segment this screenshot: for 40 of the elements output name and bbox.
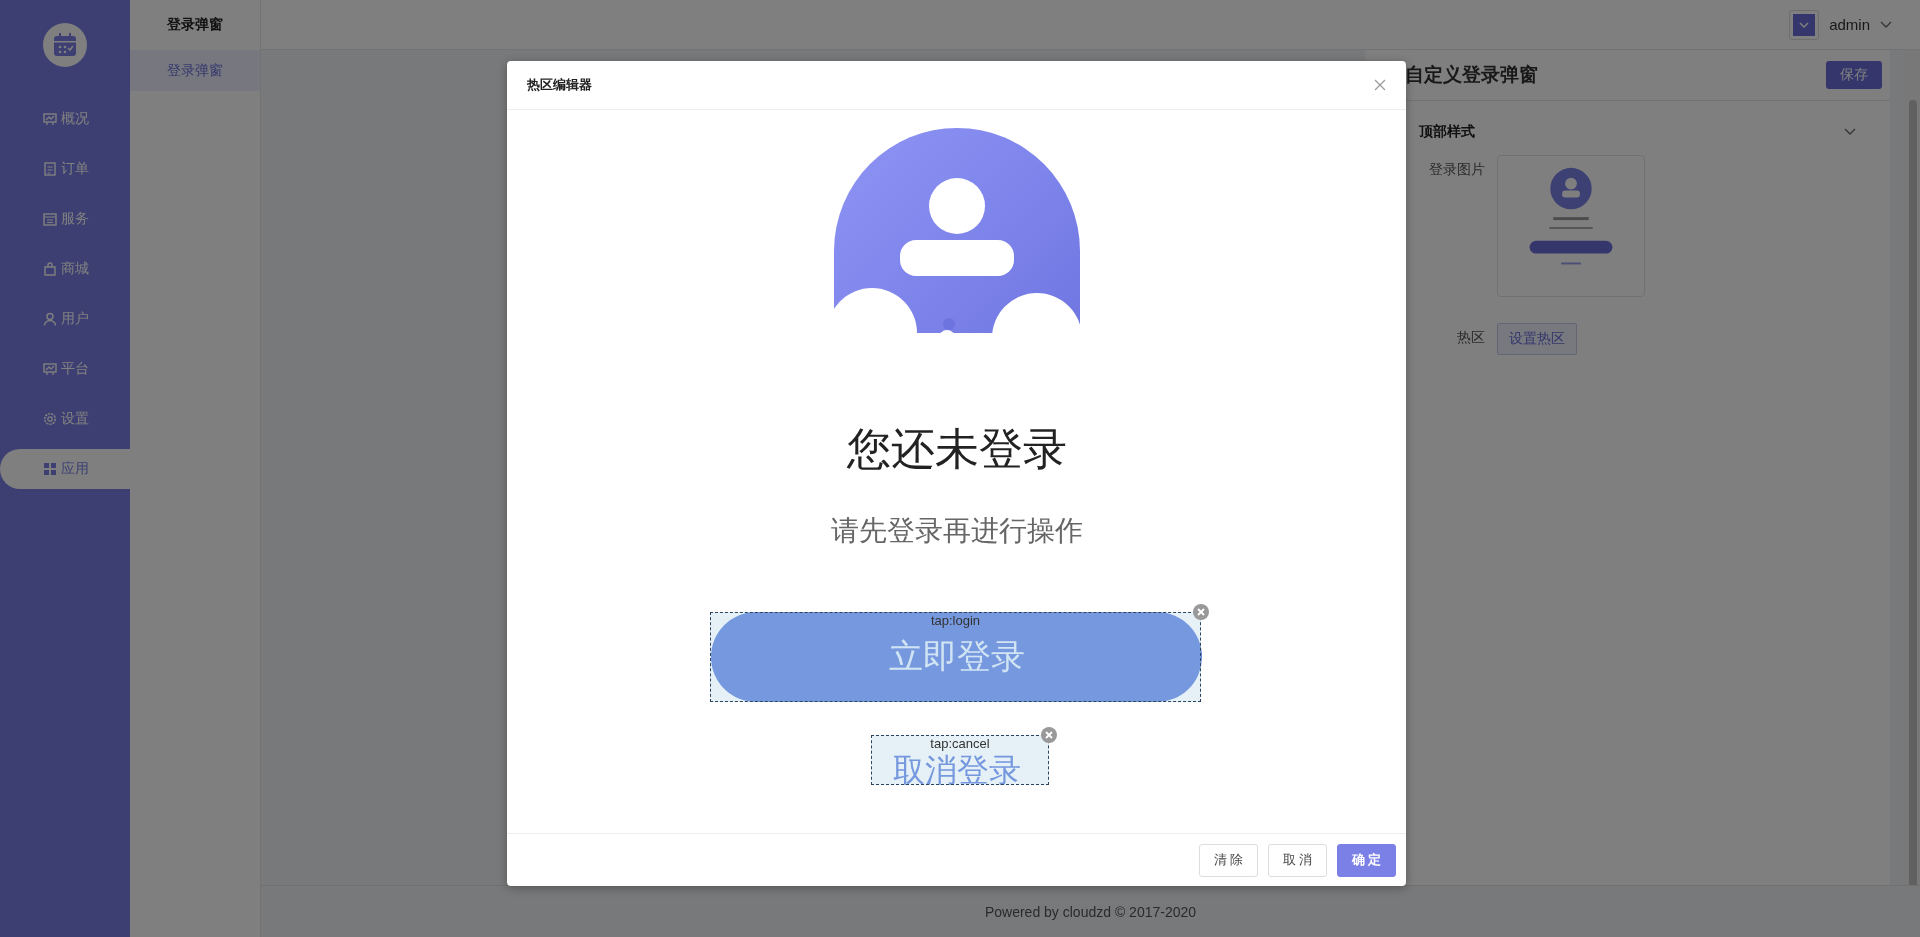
sidebar-item[interactable]: 应用 bbox=[0, 449, 130, 489]
set-hotspot-button[interactable]: 设置热区 bbox=[1497, 323, 1577, 355]
submenu-item[interactable]: 登录弹窗 bbox=[130, 50, 260, 91]
dialog-button[interactable]: 确定 bbox=[1337, 843, 1396, 877]
grid-icon bbox=[43, 462, 57, 476]
login-subheading: 请先登录再进行操作 bbox=[830, 514, 1083, 548]
hotspot-label: tap:login bbox=[930, 614, 981, 628]
calendar-logo-icon bbox=[43, 23, 87, 67]
dialog-button[interactable]: 清除 bbox=[1199, 843, 1258, 877]
document-icon bbox=[43, 162, 57, 176]
avatar-button[interactable] bbox=[1789, 9, 1820, 40]
sidebar-item[interactable]: 概况 bbox=[0, 99, 130, 139]
hotspot-label: tap:cancel bbox=[930, 737, 990, 751]
sidebar-item[interactable]: 商城 bbox=[0, 249, 130, 289]
calendar-list-icon bbox=[43, 212, 57, 226]
chart-board-icon bbox=[43, 112, 57, 126]
sidebar-item[interactable]: 用户 bbox=[0, 299, 130, 339]
chart-board-icon bbox=[43, 362, 57, 376]
user-name[interactable]: admin bbox=[1829, 16, 1870, 33]
login-heading: 您还未登录 bbox=[846, 423, 1067, 475]
chevron-down-icon[interactable] bbox=[1880, 20, 1892, 29]
sidebar-item[interactable]: 设置 bbox=[0, 399, 130, 439]
field-label: 热区 bbox=[1456, 329, 1485, 347]
chevron-icon[interactable] bbox=[1844, 128, 1856, 136]
panel-title: 自定义登录弹窗 bbox=[1405, 63, 1538, 87]
close-icon[interactable] bbox=[1374, 79, 1386, 91]
save-button[interactable]: 保存 bbox=[1826, 61, 1882, 89]
close-icon[interactable] bbox=[1193, 604, 1209, 620]
section-title[interactable]: 顶部样式 bbox=[1419, 123, 1475, 141]
sidebar-item[interactable]: 服务 bbox=[0, 199, 130, 239]
bag-icon bbox=[43, 262, 57, 276]
submenu-title: 登录弹窗 bbox=[167, 16, 223, 34]
footer-text: Powered by cloudzd © 2017-2020 bbox=[984, 903, 1197, 920]
close-icon[interactable] bbox=[1041, 727, 1057, 743]
user-icon bbox=[43, 312, 57, 326]
gear-icon bbox=[43, 412, 57, 426]
sidebar-item[interactable]: 平台 bbox=[0, 349, 130, 389]
field-label: 登录图片 bbox=[1428, 161, 1485, 179]
dialog-button[interactable]: 取消 bbox=[1268, 843, 1327, 877]
dialog-title: 热区编辑器 bbox=[527, 76, 592, 94]
